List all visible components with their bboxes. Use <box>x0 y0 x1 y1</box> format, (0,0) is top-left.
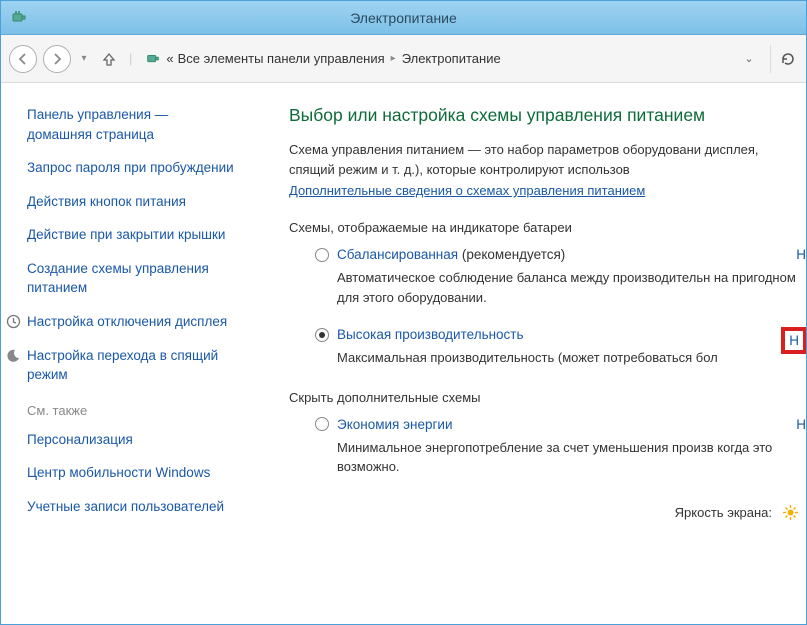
plan-high-performance: Высокая производительность Максимальная … <box>289 327 806 368</box>
sidebar: Панель управления — домашняя страница За… <box>1 83 267 624</box>
plan-balanced: Сбалансированная (рекомендуется) Автомат… <box>289 247 806 307</box>
sidebar-link-password[interactable]: Запрос пароля при пробуждении <box>27 158 253 178</box>
history-dropdown[interactable]: ▾ <box>77 53 91 64</box>
breadcrumb-level2[interactable]: Электропитание <box>402 51 501 66</box>
plan-power-saver-desc: Минимальное энергопотребление за счет ум… <box>315 438 806 477</box>
plan-balanced-desc: Автоматическое соблюдение баланса между … <box>315 268 806 307</box>
plan-power-saver-settings-link[interactable]: Н <box>796 417 806 432</box>
plan-balanced-name[interactable]: Сбалансированная (рекомендуется) <box>337 247 565 262</box>
sun-icon <box>782 505 798 521</box>
window-title: Электропитание <box>39 10 768 26</box>
section-hide-plans[interactable]: Скрыть дополнительные схемы <box>289 390 806 405</box>
breadcrumb[interactable]: « Все элементы панели управления ▸ Элект… <box>140 50 732 68</box>
titlebar: Электропитание <box>1 1 806 35</box>
plan-balanced-settings-link[interactable]: Н <box>796 247 806 262</box>
sidebar-link-mobility-center[interactable]: Центр мобильности Windows <box>27 463 253 483</box>
content-area: Панель управления — домашняя страница За… <box>1 83 806 624</box>
brightness-row: Яркость экрана: <box>289 505 806 521</box>
page-heading: Выбор или настройка схемы управления пит… <box>289 105 806 126</box>
sidebar-link-sleep[interactable]: Настройка перехода в спящий режим <box>27 346 253 385</box>
window: Электропитание ▾ | « Все элементы панели… <box>0 0 807 625</box>
navbar: ▾ | « Все элементы панели управления ▸ Э… <box>1 35 806 83</box>
page-description: Схема управления питанием — это набор па… <box>289 140 806 179</box>
sidebar-link-power-buttons[interactable]: Действия кнопок питания <box>27 192 253 212</box>
sidebar-link-personalization[interactable]: Персонализация <box>27 430 253 450</box>
plan-high-performance-name[interactable]: Высокая производительность <box>337 327 524 342</box>
power-options-icon <box>144 50 162 68</box>
forward-button[interactable] <box>43 45 71 73</box>
see-also-label: См. также <box>27 403 253 418</box>
plan-power-saver: Экономия энергии Минимальное энергопотре… <box>289 417 806 477</box>
brightness-label: Яркость экрана: <box>675 505 772 520</box>
sidebar-link-user-accounts[interactable]: Учетные записи пользователей <box>27 497 253 517</box>
breadcrumb-prefix: « <box>166 51 173 66</box>
radio-high-performance[interactable] <box>315 328 329 342</box>
back-button[interactable] <box>9 45 37 73</box>
refresh-button[interactable] <box>770 45 798 73</box>
chevron-right-icon: ▸ <box>389 53 398 64</box>
radio-power-saver[interactable] <box>315 417 329 431</box>
sidebar-link-create-plan[interactable]: Создание схемы управления питанием <box>27 259 253 298</box>
more-info-link[interactable]: Дополнительные сведения о схемах управле… <box>289 183 645 198</box>
plan-power-saver-name[interactable]: Экономия энергии <box>337 417 452 432</box>
separator: | <box>129 51 132 66</box>
radio-balanced[interactable] <box>315 248 329 262</box>
plan-high-performance-settings-link[interactable]: Н <box>781 327 806 354</box>
moon-icon <box>5 348 21 364</box>
breadcrumb-level1[interactable]: Все элементы панели управления <box>178 51 385 66</box>
main-panel: Выбор или настройка схемы управления пит… <box>267 83 806 624</box>
plan-high-performance-desc: Максимальная производительность (может п… <box>315 348 806 368</box>
control-panel-home-link[interactable]: Панель управления — домашняя страница <box>27 105 253 144</box>
power-options-icon <box>9 8 29 28</box>
section-battery-plans: Схемы, отображаемые на индикаторе батаре… <box>289 220 806 235</box>
up-button[interactable] <box>97 47 121 71</box>
sidebar-link-display-off[interactable]: Настройка отключения дисплея <box>27 312 253 332</box>
sidebar-link-lid-close[interactable]: Действие при закрытии крышки <box>27 225 253 245</box>
clock-icon <box>5 314 21 330</box>
address-dropdown[interactable]: ⌄ <box>738 48 760 70</box>
